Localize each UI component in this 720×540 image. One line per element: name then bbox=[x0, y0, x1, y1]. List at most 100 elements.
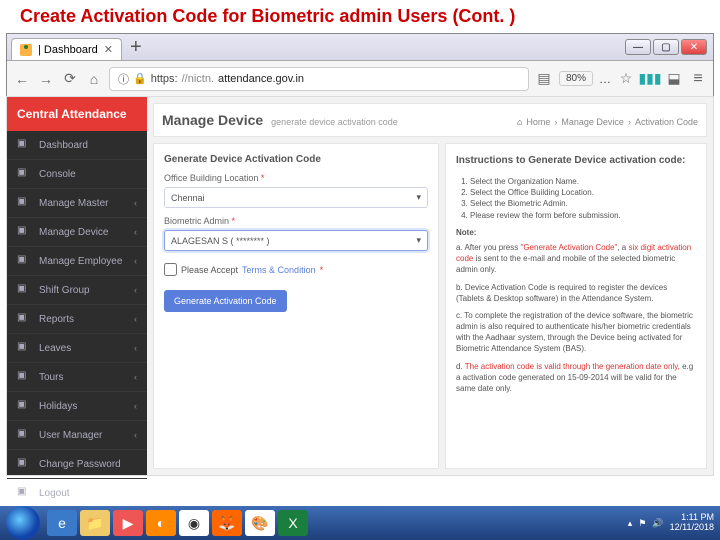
biometric-admin-select[interactable]: ALAGESAN S ( ******** ) ▾ bbox=[164, 230, 428, 251]
chevron-left-icon: ‹ bbox=[134, 198, 137, 208]
taskbar-clock[interactable]: 1:11 PM 12/11/2018 bbox=[670, 513, 714, 533]
sidebar-item-logout[interactable]: ▣ Logout bbox=[7, 479, 147, 508]
sidebar-item-label: Console bbox=[39, 169, 76, 180]
tab-bar: | Dashboard ✕ + — ▢ ✕ bbox=[7, 34, 713, 61]
nav-icon: ▣ bbox=[17, 312, 31, 326]
nav-icon: ▣ bbox=[17, 196, 31, 210]
sidebar-item-holidays[interactable]: ▣ Holidays ‹ bbox=[7, 392, 147, 421]
sidebar-item-label: Logout bbox=[39, 488, 70, 499]
window-close-button[interactable]: ✕ bbox=[681, 39, 707, 55]
taskbar-excel-icon[interactable]: X bbox=[278, 510, 308, 536]
browser-chrome: | Dashboard ✕ + — ▢ ✕ ← → ⟳ ⌂ ⓘ 🔒 https:… bbox=[6, 33, 714, 96]
sidebar-item-shift-group[interactable]: ▣Shift Group‹ bbox=[7, 276, 147, 305]
nav-icon: ▣ bbox=[17, 399, 31, 413]
sidebar-item-console[interactable]: ▣Console bbox=[7, 160, 147, 189]
instruction-step: Select the Organization Name. bbox=[470, 176, 696, 187]
main-content: Manage Device generate device activation… bbox=[147, 97, 713, 475]
taskbar-firefox-icon[interactable]: 🦊 bbox=[212, 510, 242, 536]
sidebar-item-dashboard[interactable]: ▣ Dashboard bbox=[7, 131, 147, 160]
chevron-left-icon: ‹ bbox=[134, 401, 137, 411]
download-icon[interactable]: ⬓ bbox=[665, 70, 683, 88]
sidebar-item-reports[interactable]: ▣Reports‹ bbox=[7, 305, 147, 334]
crumb-activation-code: Activation Code bbox=[635, 117, 698, 127]
sidebar-item-label: Leaves bbox=[39, 343, 71, 354]
shield-icon: ⓘ bbox=[118, 71, 129, 87]
chevron-left-icon: ‹ bbox=[134, 343, 137, 353]
url-input[interactable]: ⓘ 🔒 https: //nictn. attendance.gov.in bbox=[109, 67, 529, 91]
url-protocol: https: bbox=[151, 73, 178, 85]
sidebar-item-tours[interactable]: ▣ Tours ‹ bbox=[7, 363, 147, 392]
location-value: Chennai bbox=[171, 193, 205, 203]
window-minimize-button[interactable]: — bbox=[625, 39, 651, 55]
note-c: c. To complete the registration of the d… bbox=[456, 310, 696, 355]
breadcrumb: ⌂ Home › Manage Device › Activation Code bbox=[517, 117, 698, 127]
sidebar-item-label: Dashboard bbox=[39, 140, 88, 151]
app-frame: Central Attendance ▣Dashboard▣Console▣Ma… bbox=[6, 96, 714, 476]
home-button[interactable]: ⌂ bbox=[85, 70, 103, 88]
terms-link[interactable]: Terms & Condition bbox=[242, 265, 316, 275]
page-subtitle: generate device activation code bbox=[271, 117, 398, 127]
sidebar-item-manage-master[interactable]: ▣Manage Master‹ bbox=[7, 189, 147, 218]
url-rest: attendance.gov.in bbox=[218, 73, 304, 85]
forward-button[interactable]: → bbox=[37, 70, 55, 88]
taskbar-ie-icon[interactable]: e bbox=[47, 510, 77, 536]
chevron-down-icon: ▾ bbox=[416, 192, 421, 203]
nav-icon: ▣ bbox=[17, 138, 31, 152]
sidebar-item-manage-device[interactable]: ▣ Manage Device ‹ bbox=[7, 218, 147, 247]
tray-volume-icon[interactable]: 🔊 bbox=[652, 518, 663, 529]
sidebar-item-label: Shift Group bbox=[39, 285, 90, 296]
star-icon[interactable]: ☆ bbox=[617, 70, 635, 88]
reader-icon[interactable]: ▤ bbox=[535, 70, 553, 88]
taskbar-paint-icon[interactable]: 🎨 bbox=[245, 510, 275, 536]
url-host: //nictn. bbox=[182, 73, 214, 85]
taskbar-chrome-icon[interactable]: ◉ bbox=[179, 510, 209, 536]
chevron-left-icon: ‹ bbox=[134, 285, 137, 295]
accept-terms-checkbox[interactable] bbox=[164, 263, 177, 276]
sidebar-item-user-manager[interactable]: ▣User Manager‹ bbox=[7, 421, 147, 450]
crumb-home[interactable]: Home bbox=[526, 117, 550, 127]
sidebar-item-label: Change Password bbox=[39, 459, 121, 470]
close-tab-icon[interactable]: ✕ bbox=[104, 43, 113, 56]
overflow-icon[interactable]: … bbox=[599, 72, 611, 86]
home-icon[interactable]: ⌂ bbox=[517, 117, 522, 127]
location-select[interactable]: Chennai ▾ bbox=[164, 187, 428, 208]
generate-activation-code-button[interactable]: Generate Activation Code bbox=[164, 290, 287, 312]
start-button[interactable] bbox=[6, 506, 40, 540]
tray-up-icon[interactable]: ▴ bbox=[628, 518, 633, 529]
note-a: a. After you press "Generate Activation … bbox=[456, 242, 696, 276]
sidebar-item-manage-employee[interactable]: ▣Manage Employee‹ bbox=[7, 247, 147, 276]
taskbar-explorer-icon[interactable]: 📁 bbox=[80, 510, 110, 536]
sidebar-item-label: Holidays bbox=[39, 401, 77, 412]
taskbar-wmp-icon[interactable]: ◐ bbox=[146, 510, 176, 536]
taskbar: e 📁 ▶ ◐ ◉ 🦊 🎨 X ▴ ⚑ 🔊 1:11 PM 12/11/2018 bbox=[0, 506, 720, 540]
new-tab-button[interactable]: + bbox=[130, 36, 142, 59]
admin-label: Biometric Admin * bbox=[164, 216, 428, 226]
reload-button[interactable]: ⟳ bbox=[61, 70, 79, 88]
library-icon[interactable]: ▮▮▮ bbox=[641, 70, 659, 88]
taskbar-media-icon[interactable]: ▶ bbox=[113, 510, 143, 536]
clock-date: 12/11/2018 bbox=[670, 523, 714, 533]
menu-button[interactable]: ≡ bbox=[689, 70, 707, 88]
page-title: Manage Device bbox=[162, 112, 263, 128]
chevron-left-icon: ‹ bbox=[134, 372, 137, 382]
sidebar-item-label: Manage Device bbox=[39, 227, 108, 238]
sidebar-item-change-password[interactable]: ▣Change Password bbox=[7, 450, 147, 479]
sidebar-item-leaves[interactable]: ▣Leaves‹ bbox=[7, 334, 147, 363]
tray-flag-icon[interactable]: ⚑ bbox=[638, 518, 646, 529]
window-maximize-button[interactable]: ▢ bbox=[653, 39, 679, 55]
nav-icon: ▣ bbox=[17, 370, 31, 384]
chevron-left-icon: ‹ bbox=[134, 430, 137, 440]
browser-tab[interactable]: | Dashboard ✕ bbox=[11, 38, 122, 60]
crumb-manage-device[interactable]: Manage Device bbox=[561, 117, 624, 127]
nav-icon: ▣ bbox=[17, 486, 31, 500]
instructions-card: Instructions to Generate Device activati… bbox=[445, 143, 707, 469]
sidebar-item-label: Tours bbox=[39, 372, 63, 383]
zoom-level[interactable]: 80% bbox=[559, 71, 593, 86]
note-d: d. The activation code is valid through … bbox=[456, 361, 696, 395]
chevron-left-icon: ‹ bbox=[134, 227, 137, 237]
nav-icon: ▣ bbox=[17, 225, 31, 239]
back-button[interactable]: ← bbox=[13, 70, 31, 88]
system-tray: ▴ ⚑ 🔊 1:11 PM 12/11/2018 bbox=[628, 513, 714, 533]
page-header: Manage Device generate device activation… bbox=[153, 103, 707, 137]
tab-title: | Dashboard bbox=[38, 44, 98, 56]
